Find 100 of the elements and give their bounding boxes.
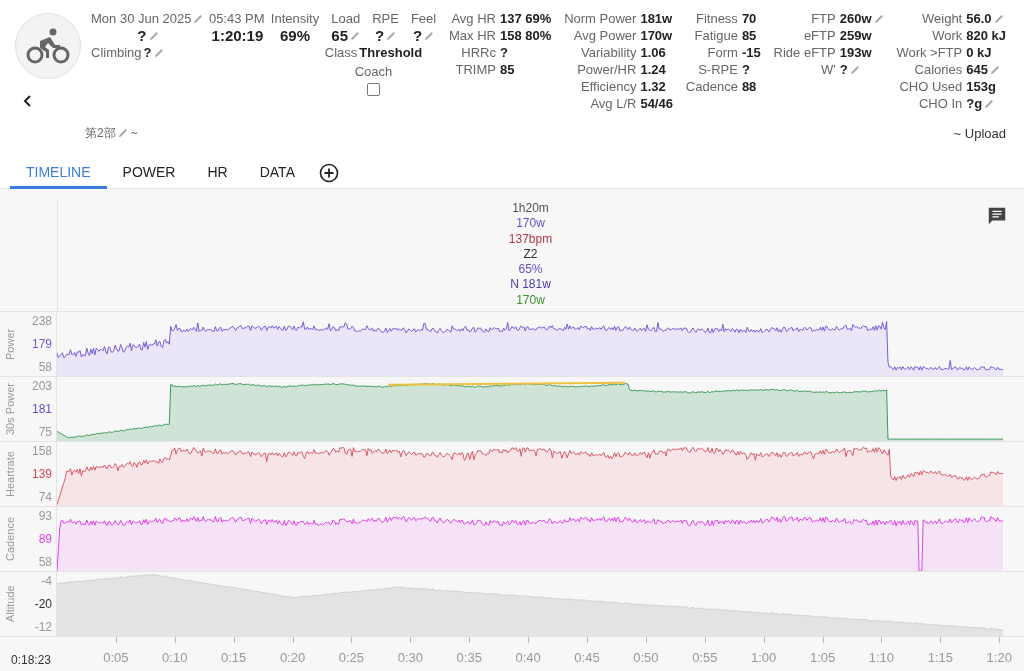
name-suffix: ~ <box>130 126 138 140</box>
time-tick: 0:15 <box>221 650 247 665</box>
stat-label: Max HR <box>449 27 496 44</box>
pencil-icon[interactable] <box>993 13 1004 24</box>
editable-stat-value[interactable]: ? <box>839 61 860 78</box>
stat-value: 170w <box>640 27 673 44</box>
pencil-icon[interactable] <box>989 64 1000 75</box>
stat-value: 137 69% <box>499 10 552 27</box>
axis-tick: 93 <box>38 509 52 523</box>
stat-label: eFTP <box>802 27 836 44</box>
time-tick: 0:25 <box>338 650 365 665</box>
stat-label: TRIMP <box>454 61 496 78</box>
axis-current-value: 139 <box>31 467 52 481</box>
cursor-time: 0:18:23 <box>10 652 53 669</box>
axis-title: Altitude <box>3 584 17 625</box>
stat-label: Ride eFTP <box>773 44 836 61</box>
metric-label: Load <box>331 10 361 27</box>
time-tick: 1:10 <box>868 650 895 665</box>
axis-current-value: 181 <box>31 402 52 416</box>
plus-circle-icon <box>318 163 339 183</box>
axis-tick: -4 <box>41 574 52 588</box>
pencil-icon[interactable] <box>984 98 995 109</box>
time-tick: 1:15 <box>927 650 953 665</box>
metric-label: Intensity <box>270 10 320 27</box>
class-value: Threshold <box>359 44 423 61</box>
pencil-icon[interactable] <box>148 30 159 41</box>
time-tick: 1:00 <box>751 650 777 665</box>
stat-label: Variability <box>580 44 637 61</box>
axis-current-value: -20 <box>34 597 52 611</box>
axis-current-value: 89 <box>38 532 52 546</box>
summary-value: 170w <box>516 216 545 232</box>
stat-value: 85 <box>741 27 757 44</box>
pencil-icon[interactable] <box>849 64 860 75</box>
editable-climbing-value[interactable]: ? <box>143 44 164 61</box>
stat-value: 0 kJ <box>966 44 992 61</box>
upload-link[interactable]: ~ Upload <box>953 125 1006 141</box>
stat-value: 181w <box>640 10 673 27</box>
editable-stat-value[interactable]: 56.0 <box>966 10 1004 27</box>
editable-activity-date[interactable]: Mon 30 Jun 2025 <box>91 10 204 27</box>
tab[interactable]: POWER <box>106 157 192 189</box>
stat-value: 153g <box>966 78 996 95</box>
time-tick: 0:30 <box>397 650 423 665</box>
axis-tick: 74 <box>38 490 52 504</box>
stat-label: Form <box>706 44 738 61</box>
axis-tick: 158 <box>31 444 52 458</box>
time-tick: 0:10 <box>162 650 188 665</box>
time-tick: 0:20 <box>279 650 306 665</box>
editable-stat-value[interactable]: 260w <box>839 10 884 27</box>
pencil-icon[interactable] <box>873 13 884 24</box>
start-time: 05:43 PM <box>208 10 265 27</box>
editable-metric-value[interactable]: ? <box>412 27 435 44</box>
editable-metric-value[interactable]: 65 <box>331 27 361 44</box>
axis-tick: 203 <box>31 379 52 393</box>
cyclist-icon <box>26 28 70 64</box>
pencil-icon[interactable] <box>424 30 435 41</box>
axis-tick: 58 <box>38 555 52 569</box>
metric-value: 69% <box>280 27 311 44</box>
time-tick: 0:35 <box>456 650 482 665</box>
stat-label: Work <box>931 27 963 44</box>
stat-label: Avg HR <box>450 10 496 27</box>
stat-value: 1.24 <box>640 61 666 78</box>
stat-label: Norm Power <box>564 10 637 27</box>
time-tick: 0:45 <box>574 650 600 665</box>
time-tick: 0:55 <box>692 650 718 665</box>
stat-value: 88 <box>741 78 757 95</box>
editable-activity-name[interactable]: 第2部 <box>85 124 128 142</box>
tab[interactable]: DATA <box>243 157 311 189</box>
editable-metric-value[interactable]: ? <box>374 27 397 44</box>
pencil-icon[interactable] <box>117 128 128 138</box>
editable-stat-value[interactable]: 645 <box>966 61 1000 78</box>
stat-label: Efficiency <box>580 78 637 95</box>
stat-label: S-RPE <box>697 61 738 78</box>
summary-value: Z2 <box>523 246 538 263</box>
time-tick: 1:20 <box>986 650 1012 665</box>
pencil-icon[interactable] <box>153 47 164 58</box>
axis-current-value: 179 <box>31 337 52 351</box>
tab[interactable]: HR <box>191 157 244 189</box>
time-tick: 0:50 <box>633 650 659 665</box>
stat-label: Weight <box>921 10 963 27</box>
pencil-icon[interactable] <box>193 13 204 24</box>
stat-label: Calories <box>913 61 963 78</box>
coach-checkbox[interactable] <box>367 83 380 96</box>
stat-value: 70 <box>741 10 757 27</box>
summary-value: 65% <box>518 262 543 278</box>
stat-label: Power/HR <box>576 61 637 78</box>
pencil-icon[interactable] <box>350 30 361 41</box>
back-icon[interactable] <box>23 95 33 107</box>
editable-date-value[interactable]: ? <box>137 27 159 44</box>
summary-value: N 181w <box>510 277 551 293</box>
stat-label: Work >FTP <box>896 44 963 61</box>
editable-stat-value[interactable]: ?g <box>966 95 995 112</box>
stat-label: HRRc <box>460 44 496 61</box>
stat-value: 1.06 <box>640 44 666 61</box>
coach-label: Coach <box>354 63 393 80</box>
pencil-icon[interactable] <box>386 30 397 41</box>
stat-value: 259w <box>839 27 872 44</box>
stat-value: 193w <box>839 44 872 61</box>
stat-value: ? <box>741 61 750 78</box>
stat-value: 85 <box>499 61 515 78</box>
class-label: Class <box>324 44 358 61</box>
